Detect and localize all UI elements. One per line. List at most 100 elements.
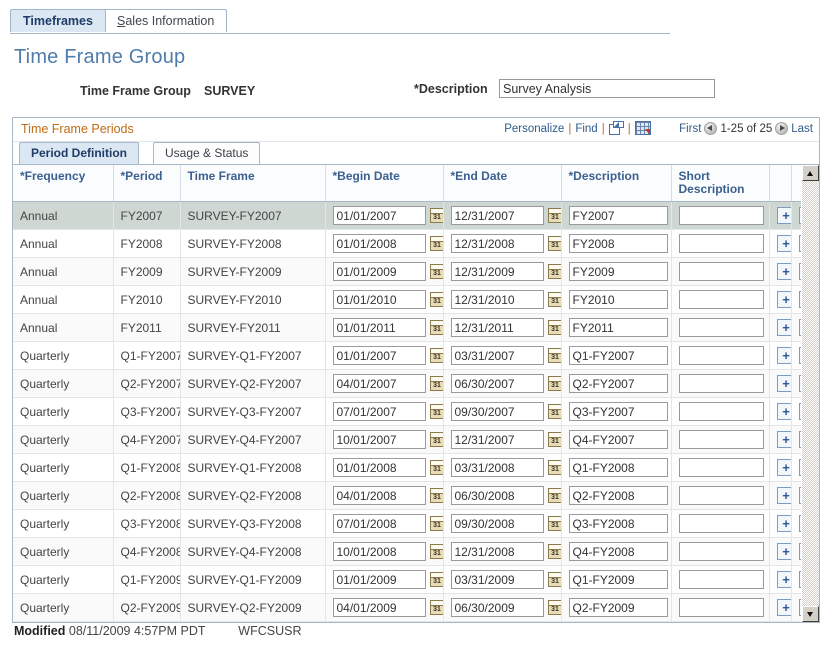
- calendar-icon[interactable]: 31: [547, 572, 560, 587]
- short-description-input[interactable]: [678, 234, 764, 253]
- table-row[interactable]: QuarterlyQ1-FY2007SURVEY-Q1-FY20073131+−: [13, 341, 813, 370]
- table-row[interactable]: QuarterlyQ2-FY2008SURVEY-Q2-FY20083131+−: [13, 481, 813, 510]
- end-date-input[interactable]: [450, 262, 544, 281]
- column-header-period[interactable]: *Period: [113, 165, 181, 202]
- last-link[interactable]: Last: [791, 123, 813, 135]
- short-description-input[interactable]: [678, 598, 764, 617]
- add-row-button[interactable]: +: [776, 487, 790, 504]
- description-input[interactable]: [568, 262, 668, 281]
- calendar-icon[interactable]: 31: [429, 516, 442, 531]
- calendar-icon[interactable]: 31: [547, 292, 560, 307]
- short-description-input[interactable]: [678, 262, 764, 281]
- end-date-input[interactable]: [450, 570, 544, 589]
- description-input[interactable]: [568, 290, 668, 309]
- calendar-icon[interactable]: 31: [429, 208, 442, 223]
- grid-download-icon[interactable]: [634, 121, 651, 135]
- add-row-button[interactable]: +: [776, 599, 790, 616]
- table-row[interactable]: QuarterlyQ1-FY2009SURVEY-Q1-FY20093131+−: [13, 565, 813, 594]
- tab-sales-information[interactable]: Sales Information: [104, 9, 228, 32]
- add-row-button[interactable]: +: [776, 403, 790, 420]
- end-date-input[interactable]: [450, 458, 544, 477]
- table-row[interactable]: AnnualFY2009SURVEY-FY20093131+−: [13, 257, 813, 286]
- table-row[interactable]: AnnualFY2010SURVEY-FY20103131+−: [13, 285, 813, 314]
- calendar-icon[interactable]: 31: [429, 432, 442, 447]
- description-input[interactable]: [568, 570, 668, 589]
- short-description-input[interactable]: [678, 346, 764, 365]
- add-row-button[interactable]: +: [776, 543, 790, 560]
- calendar-icon[interactable]: 31: [429, 460, 442, 475]
- scroll-up-button[interactable]: [802, 165, 819, 181]
- table-row[interactable]: AnnualFY2011SURVEY-FY20113131+−: [13, 313, 813, 342]
- short-description-input[interactable]: [678, 206, 764, 225]
- add-row-button[interactable]: +: [776, 431, 790, 448]
- description-input[interactable]: [568, 206, 668, 225]
- subtab-period-definition[interactable]: Period Definition: [19, 142, 139, 164]
- add-row-button[interactable]: +: [776, 571, 790, 588]
- description-input[interactable]: [568, 346, 668, 365]
- personalize-link[interactable]: Personalize: [504, 123, 564, 135]
- calendar-icon[interactable]: 31: [429, 320, 442, 335]
- begin-date-input[interactable]: [332, 318, 426, 337]
- description-input[interactable]: [568, 514, 668, 533]
- calendar-icon[interactable]: 31: [547, 320, 560, 335]
- description-input[interactable]: [568, 374, 668, 393]
- add-row-button[interactable]: +: [776, 319, 790, 336]
- add-row-button[interactable]: +: [776, 375, 790, 392]
- calendar-icon[interactable]: 31: [429, 376, 442, 391]
- column-header-short-description[interactable]: Short Description: [671, 165, 770, 202]
- calendar-icon[interactable]: 31: [547, 544, 560, 559]
- calendar-icon[interactable]: 31: [429, 600, 442, 615]
- end-date-input[interactable]: [450, 318, 544, 337]
- short-description-input[interactable]: [678, 486, 764, 505]
- short-description-input[interactable]: [678, 374, 764, 393]
- calendar-icon[interactable]: 31: [547, 348, 560, 363]
- short-description-input[interactable]: [678, 318, 764, 337]
- end-date-input[interactable]: [450, 514, 544, 533]
- end-date-input[interactable]: [450, 402, 544, 421]
- begin-date-input[interactable]: [332, 374, 426, 393]
- begin-date-input[interactable]: [332, 570, 426, 589]
- column-header-end-date[interactable]: *End Date: [443, 165, 562, 202]
- calendar-icon[interactable]: 31: [429, 488, 442, 503]
- description-input[interactable]: [568, 542, 668, 561]
- calendar-icon[interactable]: 31: [429, 404, 442, 419]
- table-row[interactable]: QuarterlyQ2-FY2009SURVEY-Q2-FY20093131+−: [13, 593, 813, 622]
- scrollbar-track[interactable]: [802, 181, 819, 606]
- calendar-icon[interactable]: 31: [547, 376, 560, 391]
- end-date-input[interactable]: [450, 346, 544, 365]
- begin-date-input[interactable]: [332, 290, 426, 309]
- add-row-button[interactable]: +: [776, 291, 790, 308]
- end-date-input[interactable]: [450, 206, 544, 225]
- table-row[interactable]: AnnualFY2007SURVEY-FY20073131+−: [13, 201, 813, 230]
- calendar-icon[interactable]: 31: [547, 488, 560, 503]
- add-row-button[interactable]: +: [776, 235, 790, 252]
- short-description-input[interactable]: [678, 570, 764, 589]
- subtab-usage-status[interactable]: Usage & Status: [153, 142, 261, 164]
- calendar-icon[interactable]: 31: [547, 236, 560, 251]
- calendar-icon[interactable]: 31: [429, 348, 442, 363]
- description-input[interactable]: [568, 598, 668, 617]
- calendar-icon[interactable]: 31: [547, 600, 560, 615]
- calendar-icon[interactable]: 31: [429, 264, 442, 279]
- calendar-icon[interactable]: 31: [429, 572, 442, 587]
- next-arrow-icon[interactable]: [775, 122, 789, 135]
- calendar-icon[interactable]: 31: [429, 292, 442, 307]
- grid-vertical-scrollbar[interactable]: [801, 165, 819, 622]
- short-description-input[interactable]: [678, 290, 764, 309]
- short-description-input[interactable]: [678, 458, 764, 477]
- table-row[interactable]: QuarterlyQ4-FY2008SURVEY-Q4-FY20083131+−: [13, 537, 813, 566]
- end-date-input[interactable]: [450, 234, 544, 253]
- calendar-icon[interactable]: 31: [547, 404, 560, 419]
- calendar-icon[interactable]: 31: [547, 208, 560, 223]
- begin-date-input[interactable]: [332, 486, 426, 505]
- short-description-input[interactable]: [678, 542, 764, 561]
- table-row[interactable]: QuarterlyQ4-FY2007SURVEY-Q4-FY20073131+−: [13, 425, 813, 454]
- add-row-button[interactable]: +: [776, 347, 790, 364]
- scroll-down-button[interactable]: [802, 606, 819, 622]
- table-row[interactable]: AnnualFY2008SURVEY-FY20083131+−: [13, 229, 813, 258]
- begin-date-input[interactable]: [332, 234, 426, 253]
- begin-date-input[interactable]: [332, 542, 426, 561]
- column-header-time-frame[interactable]: Time Frame: [180, 165, 326, 202]
- table-row[interactable]: QuarterlyQ3-FY2008SURVEY-Q3-FY20083131+−: [13, 509, 813, 538]
- end-date-input[interactable]: [450, 430, 544, 449]
